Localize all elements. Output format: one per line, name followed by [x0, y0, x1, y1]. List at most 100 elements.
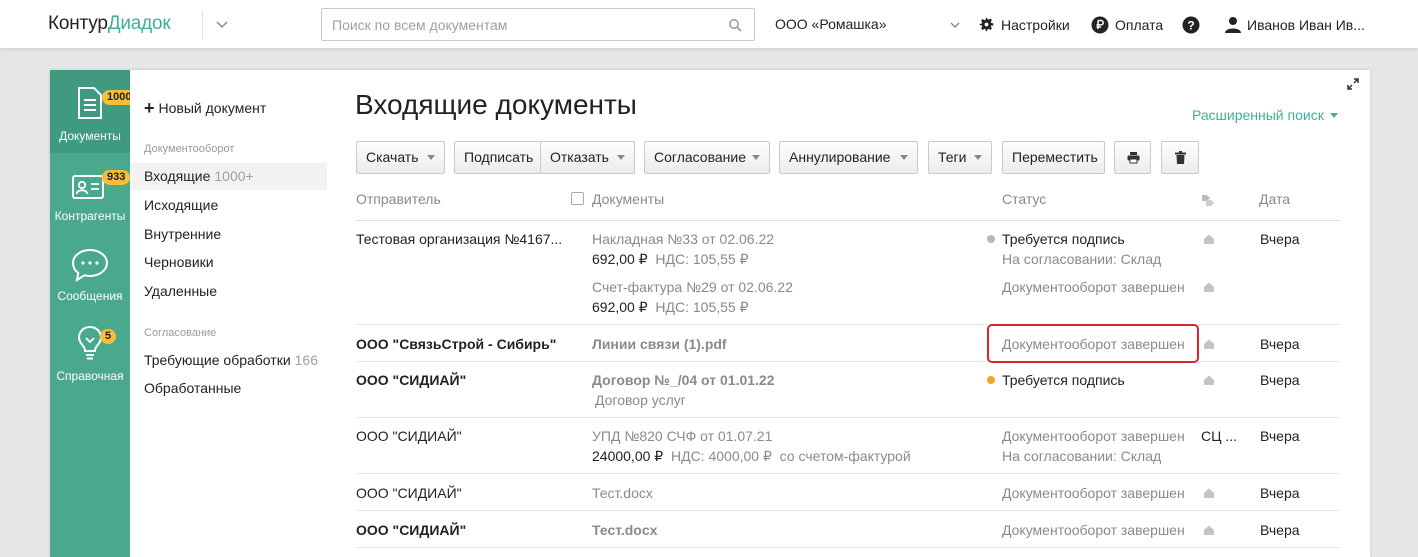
chevron-down-icon[interactable]	[215, 17, 229, 31]
row-document-name[interactable]: Счет-фактура №29 от 02.06.22	[592, 279, 793, 295]
table-row[interactable]: Тестовая организация №4167... Накладная …	[356, 221, 1340, 325]
logo[interactable]: КонтурДиадок	[48, 13, 171, 35]
new-document-button[interactable]: + Новый документ	[144, 98, 266, 119]
nav-item-label: Удаленные	[144, 283, 218, 299]
table-row[interactable]: ООО "СИДИАЙ" Договор №_/04 от 01.01.22 Д…	[356, 362, 1340, 418]
tags-label: Теги	[938, 149, 967, 165]
house-icon	[1204, 282, 1214, 292]
folder-nav: + Новый документ Документооборот Входящие…	[130, 70, 327, 557]
reject-label: Отказать	[550, 149, 609, 165]
nav-item-requires-processing[interactable]: Требующие обработки 166	[130, 347, 327, 374]
payment-link[interactable]: Оплата	[1091, 16, 1163, 34]
ruble-icon	[1091, 16, 1109, 34]
user-menu[interactable]: Иванов Иван Ив...	[1225, 16, 1365, 33]
table-row[interactable]: ООО "СИДИАЙ" УПД №820 СЧФ от 01.07.21 24…	[356, 418, 1340, 474]
sidebar-item-label: Сообщения	[57, 289, 123, 303]
print-button[interactable]	[1114, 141, 1151, 174]
row-document-sum: 692,00 ₽ НДС: 105,55 ₽	[592, 299, 749, 316]
top-bar: КонтурДиадок ООО «Ромашка» Настройки Опл…	[0, 0, 1418, 49]
column-header-date: Дата	[1259, 191, 1291, 207]
row-document-name[interactable]: УПД №820 СЧФ от 01.07.21	[592, 428, 772, 444]
invoice-note: со счетом-фактурой	[779, 448, 911, 464]
nav-item-label: Черновики	[144, 254, 214, 270]
caret-down-icon	[752, 155, 760, 160]
row-date: Вчера	[1260, 428, 1300, 444]
sign-button[interactable]: Подписать	[454, 141, 541, 174]
vat-value: НДС: 105,55 ₽	[655, 251, 749, 267]
nav-item-drafts[interactable]: Черновики	[130, 249, 327, 276]
sum-value: 24000,00 ₽	[592, 448, 664, 464]
row-status-secondary: На согласовании: Склад	[1002, 448, 1162, 464]
row-document-name[interactable]: Накладная №33 от 02.06.22	[592, 231, 774, 247]
gear-icon	[979, 17, 994, 32]
nav-item-count: 166	[294, 352, 318, 368]
row-sender: ООО "СИДИАЙ"	[356, 522, 467, 538]
status-text: Требуется подпись	[1002, 372, 1125, 388]
annul-button[interactable]: Аннулирование	[779, 141, 918, 174]
sidebar-item-messages[interactable]: Сообщения	[50, 245, 130, 315]
row-status: Документооборот завершен	[1002, 485, 1185, 501]
nav-item-count: 1000+	[214, 168, 254, 184]
sidebar-item-documents[interactable]: 1000+ Документы	[50, 70, 143, 153]
print-icon	[1127, 152, 1140, 164]
select-all-checkbox[interactable]	[571, 192, 584, 205]
nav-item-outbox[interactable]: Исходящие	[130, 192, 327, 219]
status-text: Требуется подпись	[1002, 231, 1125, 247]
nav-item-label: Входящие	[144, 168, 211, 184]
trash-icon	[1175, 151, 1186, 164]
row-tag[interactable]: СЦ ...	[1201, 428, 1237, 444]
row-document-name[interactable]: Тест.docx	[592, 485, 653, 501]
help-badge: 5	[100, 329, 117, 344]
row-document-name[interactable]: Договор №_/04 от 01.01.22	[592, 372, 775, 388]
row-date: Вчера	[1260, 336, 1300, 352]
house-icon	[1204, 375, 1214, 385]
chevron-down-icon[interactable]	[948, 18, 962, 32]
section-label-docflow: Документооборот	[144, 143, 235, 155]
column-header-tags	[1201, 194, 1215, 210]
sum-value: 692,00 ₽	[592, 299, 648, 315]
row-date: Вчера	[1260, 522, 1300, 538]
row-document-name[interactable]: Линии связи (1).pdf	[592, 336, 727, 352]
column-header-documents-label: Документы	[592, 191, 665, 207]
approval-button[interactable]: Согласование	[644, 141, 770, 174]
delete-button[interactable]	[1161, 141, 1199, 174]
organization-selector[interactable]: ООО «Ромашка»	[775, 16, 887, 32]
column-header-documents: Документы	[571, 191, 664, 207]
house-icon	[1204, 488, 1214, 498]
sidebar-item-help[interactable]: 5 Справочная	[50, 324, 130, 394]
help-link[interactable]: ?	[1182, 16, 1206, 34]
page-title: Входящие документы	[355, 89, 637, 120]
reject-button[interactable]: Отказать	[540, 141, 635, 174]
table-row[interactable]: ООО "СИДИАЙ" Тест.docx Документооборот з…	[356, 474, 1340, 511]
tags-button[interactable]: Теги	[928, 141, 992, 174]
user-icon	[1225, 17, 1241, 33]
row-status-secondary: На согласовании: Склад	[1002, 251, 1162, 267]
settings-link[interactable]: Настройки	[978, 16, 1070, 33]
row-status: Требуется подпись	[987, 231, 1125, 247]
app-sidebar: 1000+ Документы 933 Контрагенты Сообщени…	[50, 70, 143, 557]
nav-item-inbox[interactable]: Входящие 1000+	[130, 163, 327, 190]
search-icon[interactable]	[728, 18, 742, 32]
nav-item-processed[interactable]: Обработанные	[130, 375, 327, 402]
advanced-search-label: Расширенный поиск	[1192, 107, 1324, 123]
expand-icon[interactable]	[1347, 78, 1359, 90]
download-button[interactable]: Скачать	[356, 141, 445, 174]
move-label: Переместить	[1012, 149, 1098, 165]
search-input[interactable]	[322, 9, 702, 40]
logo-text-diadoc: Диадок	[107, 13, 171, 34]
nav-item-label: Внутренние	[144, 226, 222, 242]
table-row[interactable]: ООО "СИДИАЙ" Тест.docx Документооборот з…	[356, 511, 1340, 548]
sidebar-item-label: Контрагенты	[54, 209, 126, 223]
advanced-search-link[interactable]: Расширенный поиск	[1192, 107, 1338, 123]
nav-item-internal[interactable]: Внутренние	[130, 221, 327, 248]
chat-icon	[71, 248, 109, 282]
caret-down-icon	[617, 155, 625, 160]
move-button[interactable]: Переместить	[1002, 141, 1105, 174]
row-date: Вчера	[1260, 485, 1300, 501]
row-document-sum: 692,00 ₽ НДС: 105,55 ₽	[592, 251, 749, 268]
house-icon	[1204, 234, 1214, 244]
logo-text-kontur: Контур	[48, 13, 108, 34]
row-document-name[interactable]: Тест.docx	[592, 522, 657, 538]
sidebar-item-contacts[interactable]: 933 Контрагенты	[50, 165, 131, 235]
nav-item-deleted[interactable]: Удаленные	[130, 278, 327, 305]
